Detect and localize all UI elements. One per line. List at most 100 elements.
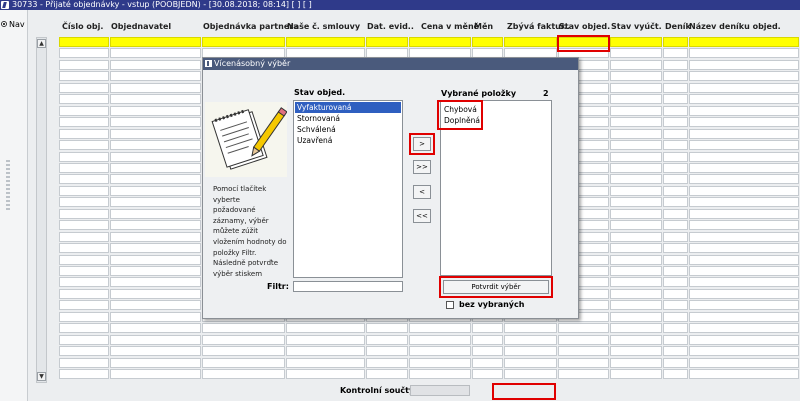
table-cell[interactable] <box>59 209 109 219</box>
without-selected-checkbox[interactable] <box>446 301 454 309</box>
table-cell[interactable] <box>59 358 109 368</box>
table-cell[interactable] <box>110 220 201 230</box>
table-cell[interactable] <box>59 369 109 379</box>
table-cell[interactable] <box>663 209 688 219</box>
table-cell[interactable] <box>110 346 201 356</box>
available-item-schvalena[interactable]: Schválená <box>295 124 401 135</box>
table-cell[interactable] <box>610 60 662 70</box>
table-cell[interactable] <box>689 220 799 230</box>
table-cell[interactable] <box>110 129 201 139</box>
table-cell[interactable] <box>610 220 662 230</box>
table-cell[interactable] <box>663 60 688 70</box>
scroll-down-icon[interactable]: ▼ <box>37 372 46 381</box>
table-cell[interactable] <box>689 186 799 196</box>
table-cell[interactable] <box>286 37 365 47</box>
table-cell[interactable] <box>610 346 662 356</box>
table-cell[interactable] <box>610 174 662 184</box>
table-cell[interactable] <box>59 346 109 356</box>
table-cell[interactable] <box>59 232 109 242</box>
column-header-nase-smlouvy[interactable]: Naše č. smlouvy <box>287 22 360 31</box>
table-cell[interactable] <box>610 335 662 345</box>
table-cell[interactable] <box>504 37 557 47</box>
table-cell[interactable] <box>110 140 201 150</box>
table-cell[interactable] <box>663 117 688 127</box>
table-cell[interactable] <box>663 277 688 287</box>
table-cell[interactable] <box>610 106 662 116</box>
table-cell[interactable] <box>110 163 201 173</box>
table-cell[interactable] <box>610 266 662 276</box>
table-cell[interactable] <box>59 323 109 333</box>
table-cell[interactable] <box>663 186 688 196</box>
filter-input[interactable] <box>293 281 403 292</box>
table-cell[interactable] <box>59 60 109 70</box>
table-cell[interactable] <box>610 94 662 104</box>
table-cell[interactable] <box>610 117 662 127</box>
remove-one-button[interactable]: < <box>413 185 431 199</box>
table-cell[interactable] <box>663 289 688 299</box>
table-cell[interactable] <box>409 358 471 368</box>
table-cell[interactable] <box>59 129 109 139</box>
table-cell[interactable] <box>202 37 285 47</box>
table-cell[interactable] <box>110 186 201 196</box>
table-cell[interactable] <box>663 346 688 356</box>
table-cell[interactable] <box>110 289 201 299</box>
multi-select-dialog[interactable]: Vícenásobný výběr Pomocí tlačítek vybert… <box>202 57 579 319</box>
table-cell[interactable] <box>409 335 471 345</box>
table-cell[interactable] <box>202 346 285 356</box>
table-cell[interactable] <box>59 186 109 196</box>
table-cell[interactable] <box>689 37 799 47</box>
column-header-objednavka-partnera[interactable]: Objednávka partnera <box>203 22 299 31</box>
table-cell[interactable] <box>110 152 201 162</box>
scroll-up-icon[interactable]: ▲ <box>37 39 46 48</box>
table-cell[interactable] <box>59 37 109 47</box>
table-cell[interactable] <box>59 266 109 276</box>
table-cell[interactable] <box>663 335 688 345</box>
table-cell[interactable] <box>59 83 109 93</box>
table-cell[interactable] <box>558 346 609 356</box>
table-cell[interactable] <box>110 369 201 379</box>
table-cell[interactable] <box>663 243 688 253</box>
table-cell[interactable] <box>663 71 688 81</box>
table-cell[interactable] <box>610 312 662 322</box>
available-item-vyfakturovana[interactable]: Vyfakturovaná <box>295 102 401 113</box>
table-cell[interactable] <box>610 243 662 253</box>
table-cell[interactable] <box>663 37 688 47</box>
table-cell[interactable] <box>663 140 688 150</box>
table-cell[interactable] <box>59 48 109 58</box>
table-cell[interactable] <box>110 197 201 207</box>
column-header-nazev-deniku[interactable]: Název deníku objed. <box>689 22 781 31</box>
table-cell[interactable] <box>689 117 799 127</box>
available-item-stornovana[interactable]: Stornovaná <box>295 113 401 124</box>
table-cell[interactable] <box>59 94 109 104</box>
table-cell[interactable] <box>110 117 201 127</box>
table-cell[interactable] <box>663 174 688 184</box>
table-cell[interactable] <box>610 232 662 242</box>
table-cell[interactable] <box>610 277 662 287</box>
table-cell[interactable] <box>110 232 201 242</box>
table-cell[interactable] <box>110 106 201 116</box>
table-cell[interactable] <box>286 335 365 345</box>
table-cell[interactable] <box>663 197 688 207</box>
column-header-dat-evid[interactable]: Dat. evid.. <box>367 22 414 31</box>
table-cell[interactable] <box>504 369 557 379</box>
table-cell[interactable] <box>110 335 201 345</box>
table-cell[interactable] <box>610 300 662 310</box>
table-cell[interactable] <box>286 346 365 356</box>
table-cell[interactable] <box>110 277 201 287</box>
table-cell[interactable] <box>59 312 109 322</box>
table-cell[interactable] <box>558 323 609 333</box>
table-cell[interactable] <box>689 152 799 162</box>
table-cell[interactable] <box>202 335 285 345</box>
table-cell[interactable] <box>663 300 688 310</box>
table-cell[interactable] <box>689 83 799 93</box>
table-cell[interactable] <box>110 48 201 58</box>
table-cell[interactable] <box>663 255 688 265</box>
table-cell[interactable] <box>286 369 365 379</box>
table-cell[interactable] <box>689 255 799 265</box>
table-cell[interactable] <box>558 369 609 379</box>
table-cell[interactable] <box>663 106 688 116</box>
table-cell[interactable] <box>472 358 503 368</box>
table-cell[interactable] <box>366 358 408 368</box>
table-cell[interactable] <box>110 300 201 310</box>
table-cell[interactable] <box>59 152 109 162</box>
